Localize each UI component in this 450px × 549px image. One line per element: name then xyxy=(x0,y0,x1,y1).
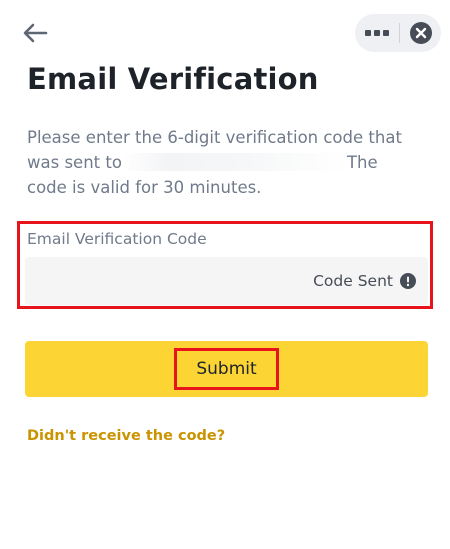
close-circle-icon xyxy=(409,22,432,44)
more-button[interactable] xyxy=(355,14,399,52)
description-sent-to: was sent to xyxy=(27,153,122,172)
redacted-email xyxy=(121,153,347,171)
description-line-1: Please enter the 6-digit verification co… xyxy=(27,128,402,147)
email-verification-page: Email Verification Please enter the 6-di… xyxy=(0,0,450,549)
field-highlight-box xyxy=(17,221,433,309)
page-title: Email Verification xyxy=(27,62,319,96)
close-button[interactable] xyxy=(400,14,441,52)
header-actions-pill xyxy=(355,14,441,52)
resend-code-link[interactable]: Didn't receive the code? xyxy=(27,428,225,444)
back-button[interactable] xyxy=(20,18,50,48)
submit-button[interactable]: Submit xyxy=(25,341,428,397)
description-line-3: code is valid for 30 minutes. xyxy=(27,178,262,197)
description-line-2: was sent to The xyxy=(27,150,427,175)
page-description: Please enter the 6-digit verification co… xyxy=(27,125,427,200)
description-the: The xyxy=(346,153,378,172)
submit-button-label: Submit xyxy=(174,348,279,390)
more-horizontal-icon xyxy=(365,30,389,36)
arrow-left-icon xyxy=(23,23,48,43)
